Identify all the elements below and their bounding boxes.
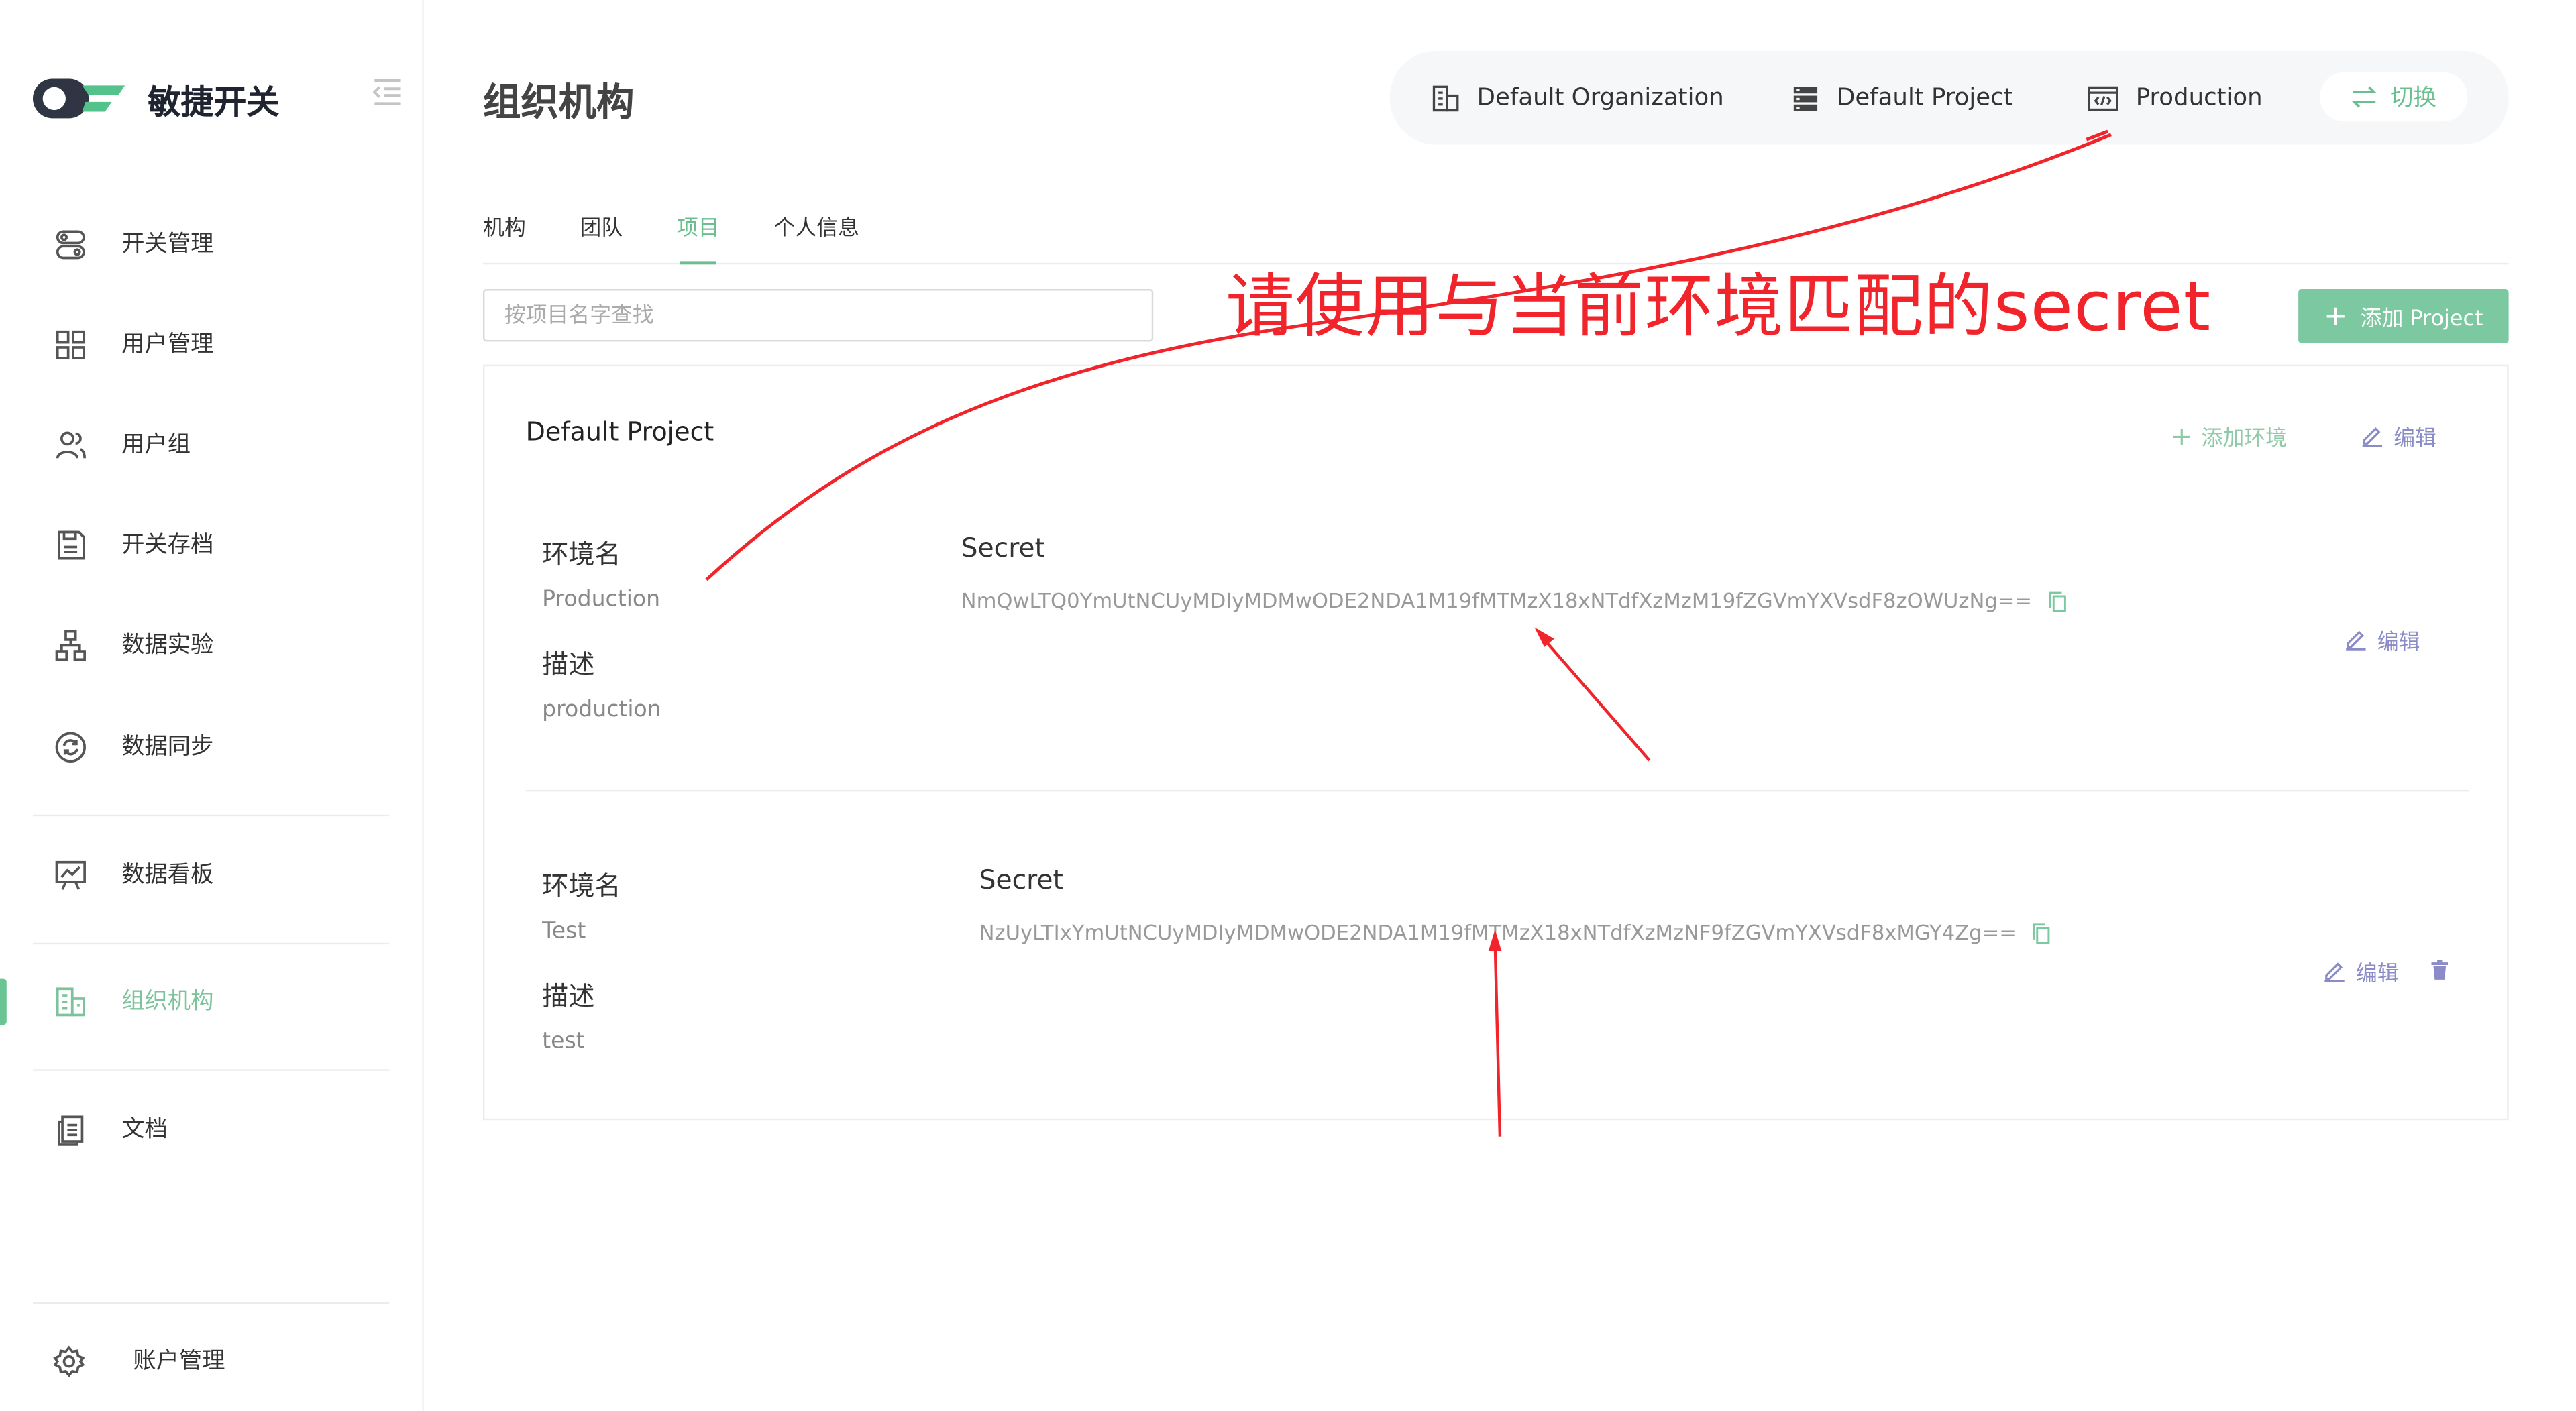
add-environment-button[interactable]: 添加环境: [2172, 420, 2288, 452]
env-name-value: Production: [542, 586, 661, 613]
organization-name: Default Organization: [1477, 85, 1724, 112]
environment-name: Production: [2135, 85, 2263, 112]
secret-value[interactable]: NmQwLTQ0YmUtNCUyMDIyMDMwODE2NDA1M19fMTMz…: [961, 588, 2032, 613]
tab-organization[interactable]: 机构: [483, 210, 526, 241]
copy-icon[interactable]: [2033, 923, 2051, 944]
server-icon: [1793, 87, 1818, 111]
grid-icon: [56, 330, 85, 359]
edit-environment-button[interactable]: 编辑: [2323, 956, 2399, 987]
code-window-icon: [2088, 86, 2118, 111]
current-environment[interactable]: Production: [2086, 79, 2263, 119]
context-bar: Default Organization Default Project Pro…: [1389, 50, 2509, 145]
secret-label: Secret: [979, 864, 1063, 895]
delete-icon[interactable]: [2430, 959, 2449, 980]
plus-icon: [2174, 427, 2190, 445]
env-desc-label: 描述: [542, 980, 595, 1012]
users-icon: [56, 431, 86, 459]
env-name-value: Test: [542, 917, 586, 945]
page-title: 组织机构: [483, 82, 635, 125]
document-icon: [58, 1115, 84, 1146]
secret-row: NzUyLTIxYmUtNCUyMDIyMDMwODE2NDA1M19fMTMz…: [979, 919, 2051, 944]
building-icon: [56, 987, 85, 1017]
edit-environment-label: 编辑: [2377, 630, 2420, 656]
project-name: Default Project: [1836, 85, 2013, 112]
add-environment-label: 添加环境: [2201, 427, 2288, 452]
swap-icon: [2351, 86, 2377, 108]
tab-personal-info[interactable]: 个人信息: [773, 210, 859, 241]
sidebar-item-label: 账户管理: [133, 1348, 225, 1375]
sidebar-item-switch-management[interactable]: 开关管理: [0, 209, 422, 281]
project-card: Default Project 添加环境 编辑 环境名 Production 描…: [483, 364, 2509, 1121]
secret-row: NmQwLTQ0YmUtNCUyMDIyMDMwODE2NDA1M19fMTMz…: [961, 588, 2067, 613]
sync-icon: [55, 732, 86, 763]
hierarchy-icon: [55, 630, 86, 661]
sidebar-item-label: 开关存档: [121, 532, 214, 559]
sidebar-item-data-dashboard[interactable]: 数据看板: [0, 839, 422, 911]
sidebar-divider: [32, 1302, 390, 1304]
add-project-label: 添加 Project: [2360, 306, 2483, 332]
edit-icon: [2346, 630, 2366, 651]
annotation-text: 请使用与当前环境匹配的secret: [1225, 266, 2212, 347]
search-input[interactable]: [483, 289, 1154, 342]
switch-label: 切换: [2390, 85, 2436, 112]
tab-project[interactable]: 项目: [677, 210, 720, 265]
sidebar-item-label: 数据实验: [121, 632, 214, 659]
edit-project-label: 编辑: [2394, 427, 2436, 452]
secret-value[interactable]: NzUyLTIxYmUtNCUyMDIyMDMwODE2NDA1M19fMTMz…: [979, 919, 2017, 944]
secret-label: Secret: [961, 532, 1045, 564]
sidebar-item-label: 数据同步: [121, 734, 214, 760]
sidebar-item-data-experiment[interactable]: 数据实验: [0, 610, 422, 682]
sidebar-divider: [32, 1069, 390, 1071]
edit-icon: [2324, 962, 2345, 982]
logo-icon: [32, 78, 125, 119]
env-desc-value: test: [542, 1028, 585, 1055]
sidebar: 敏捷开关 开关管理 用户管理 用户组 开关存档 数据实验 数据同步 数据看板 组…: [0, 0, 424, 1411]
plus-icon: +: [2324, 299, 2348, 333]
sidebar-item-label: 文档: [121, 1117, 168, 1143]
sidebar-divider: [32, 942, 390, 945]
sidebar-item-docs[interactable]: 文档: [0, 1094, 422, 1166]
env-name-label: 环境名: [542, 539, 621, 570]
copy-icon[interactable]: [2049, 591, 2067, 613]
edit-project-button[interactable]: 编辑: [2361, 420, 2436, 452]
sidebar-item-data-sync[interactable]: 数据同步: [0, 711, 422, 783]
edit-icon: [2362, 427, 2383, 447]
sidebar-item-organization[interactable]: 组织机构: [0, 966, 422, 1038]
current-project[interactable]: Default Project: [1790, 79, 2013, 119]
building-icon: [1432, 85, 1459, 112]
sidebar-item-account[interactable]: 账户管理: [0, 1325, 422, 1398]
edit-environment-button[interactable]: 编辑: [2345, 624, 2420, 656]
sidebar-item-label: 开关管理: [121, 231, 214, 258]
gear-icon: [53, 1345, 85, 1377]
sidebar-item-label: 用户组: [121, 432, 191, 459]
dashboard-icon: [55, 860, 86, 890]
sidebar-item-label: 数据看板: [121, 862, 214, 889]
switch-button[interactable]: 切换: [2319, 72, 2468, 122]
sidebar-item-label: 用户管理: [121, 331, 214, 358]
env-desc-label: 描述: [542, 648, 595, 680]
project-name: Default Project: [525, 417, 714, 447]
environment-divider: [525, 789, 2469, 792]
env-name-label: 环境名: [542, 870, 621, 902]
sidebar-item-user-groups[interactable]: 用户组: [0, 409, 422, 482]
sidebar-divider: [32, 814, 390, 817]
app-name: 敏捷开关: [148, 82, 280, 122]
sidebar-item-user-management[interactable]: 用户管理: [0, 308, 422, 381]
toggle-icon: [56, 230, 85, 260]
tab-team[interactable]: 团队: [580, 210, 623, 241]
current-organization[interactable]: Default Organization: [1431, 79, 1724, 119]
archive-icon: [58, 530, 85, 560]
sidebar-item-label: 组织机构: [121, 989, 214, 1015]
add-project-button[interactable]: + 添加 Project: [2298, 289, 2509, 343]
env-desc-value: production: [542, 696, 661, 723]
sidebar-item-switch-archive[interactable]: 开关存档: [0, 509, 422, 581]
collapse-menu-icon[interactable]: [371, 76, 404, 109]
edit-environment-label: 编辑: [2355, 962, 2399, 987]
